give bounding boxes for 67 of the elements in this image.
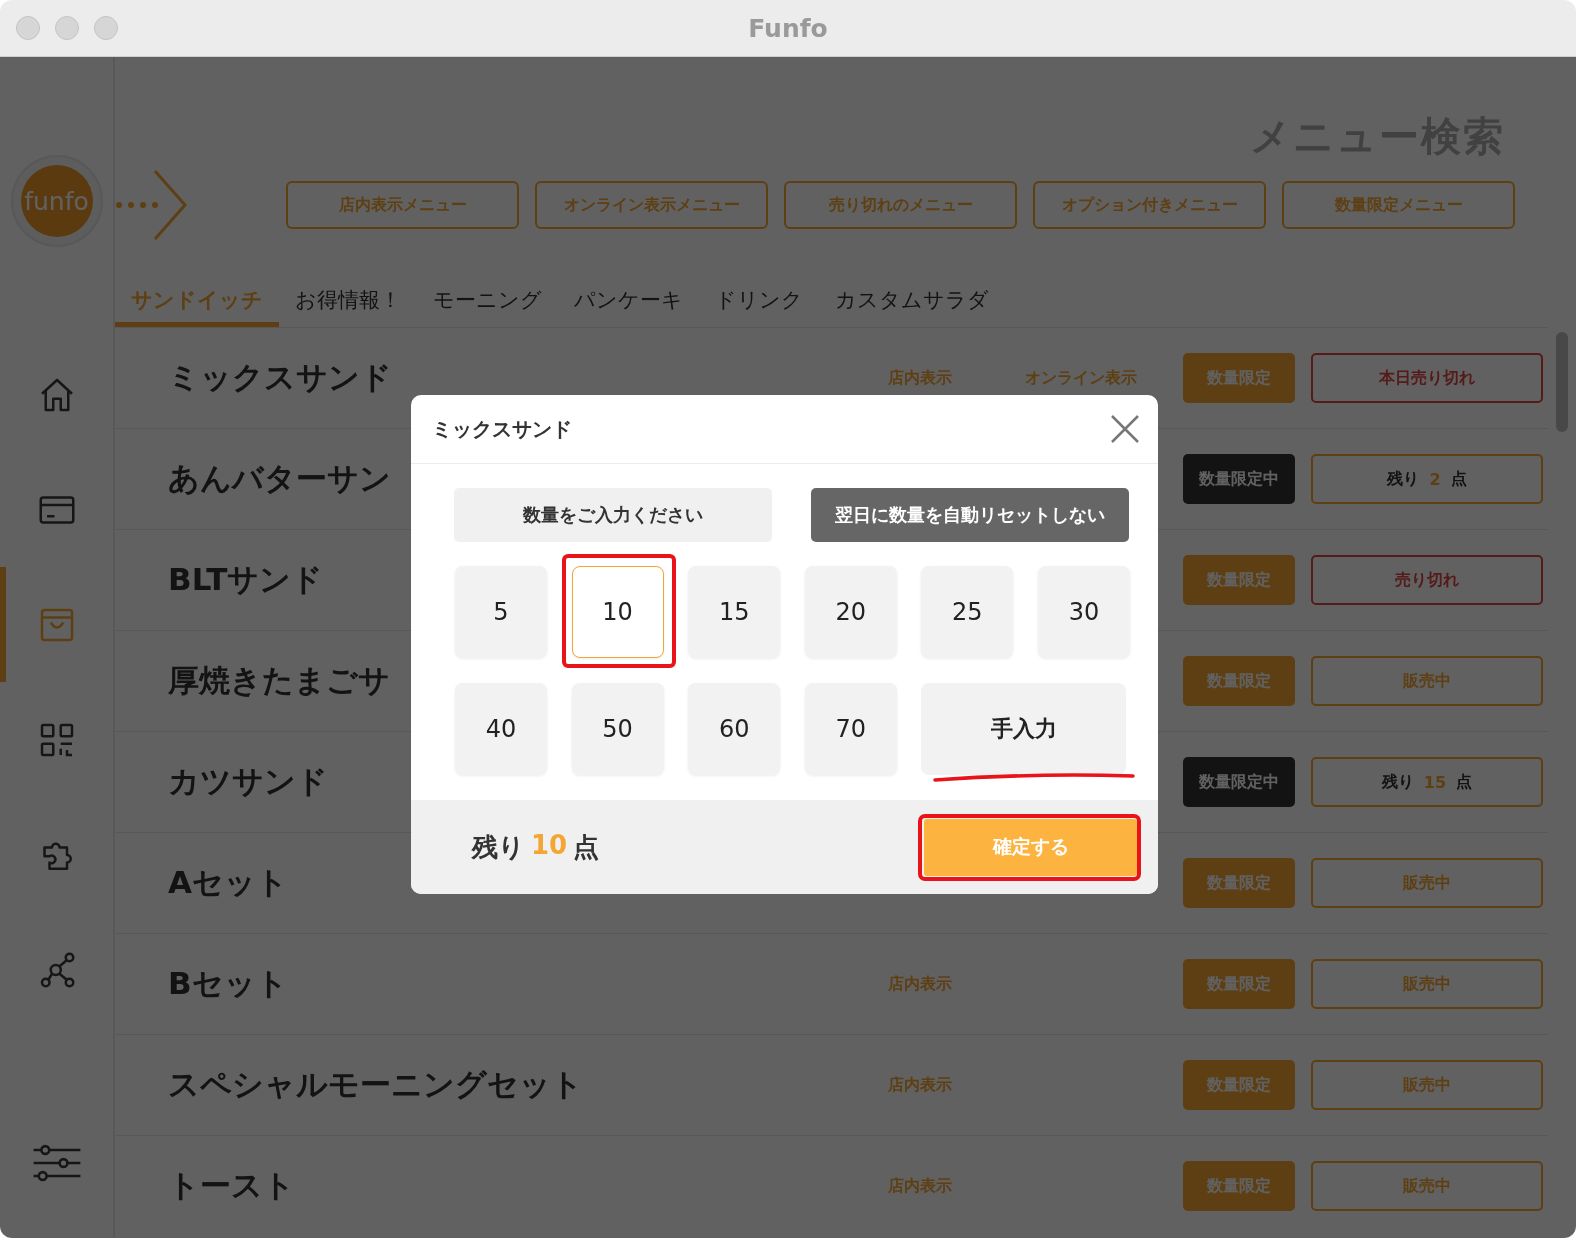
window-title: Funfo (748, 13, 828, 43)
display-label[interactable]: 店内表示 (888, 1074, 952, 1094)
menu-item-name: スペシャルモーニングセット (168, 1065, 584, 1104)
status-button[interactable]: 販売中 (1311, 1060, 1543, 1110)
menu-item-name: BLTサンド (168, 560, 325, 599)
menu-item-name: 厚焼きたまごサ (168, 661, 391, 700)
limit-badge[interactable]: 数量限定 (1183, 1060, 1295, 1110)
quantity-option[interactable]: 5 (455, 566, 547, 658)
filter-button[interactable]: 店内表示メニュー (286, 181, 519, 229)
display-label[interactable]: 店内表示 (888, 367, 952, 387)
menu-item-name: Bセット (168, 964, 289, 1003)
quantity-option[interactable]: 25 (921, 566, 1014, 658)
display-label[interactable]: 店内表示 (888, 973, 952, 993)
limit-badge[interactable]: 数量限定中 (1183, 757, 1295, 807)
category-tab[interactable]: パンケーキ (558, 277, 699, 327)
limit-badge[interactable]: 数量限定 (1183, 555, 1295, 605)
category-tab[interactable]: モーニング (417, 277, 558, 327)
dotted-arrow-icon (115, 167, 189, 243)
confirm-button[interactable]: 確定する (924, 818, 1137, 876)
limit-badge[interactable]: 数量限定中 (1183, 454, 1295, 504)
status-button[interactable]: 販売中 (1311, 1161, 1543, 1211)
quantity-option[interactable]: 20 (804, 566, 897, 658)
category-tab[interactable]: サンドイッチ (115, 277, 279, 327)
quantity-option[interactable]: 30 (1037, 566, 1130, 658)
zoom-window-button[interactable] (94, 16, 118, 40)
status-button[interactable]: 販売中 (1311, 959, 1543, 1009)
display-label[interactable]: オンライン表示 (1025, 367, 1137, 387)
close-icon[interactable] (1110, 414, 1140, 444)
filter-button[interactable]: オプション付きメニュー (1033, 181, 1266, 229)
category-tab[interactable]: ドリンク (699, 277, 819, 327)
menu-item-name: ミックスサンド (168, 358, 393, 397)
status-button[interactable]: 売り切れ (1311, 555, 1543, 605)
limit-badge[interactable]: 数量限定 (1183, 353, 1295, 403)
status-button[interactable]: 販売中 (1311, 656, 1543, 706)
category-tab[interactable]: お得情報！ (279, 277, 417, 327)
remaining-count: 残り 10 点 (472, 829, 600, 864)
quantity-option[interactable]: 15 (688, 566, 781, 658)
display-label[interactable]: 店内表示 (888, 1175, 952, 1195)
category-tab[interactable]: カスタムサラダ (819, 277, 1005, 327)
limit-badge[interactable]: 数量限定 (1183, 959, 1295, 1009)
limit-badge[interactable]: 数量限定 (1183, 1161, 1295, 1211)
auto-reset-button[interactable]: 翌日に数量を自動リセットしない (811, 488, 1129, 542)
scrollbar[interactable] (1556, 332, 1568, 432)
status-button[interactable]: 本日売り切れ (1311, 353, 1543, 403)
limit-badge[interactable]: 数量限定 (1183, 656, 1295, 706)
menu-item-name: カツサンド (168, 762, 329, 801)
filter-button[interactable]: 数量限定メニュー (1282, 181, 1515, 229)
quantity-option[interactable]: 40 (455, 683, 547, 775)
quantity-option[interactable]: 50 (571, 683, 664, 775)
minimize-window-button[interactable] (55, 16, 79, 40)
quantity-option[interactable]: 10 (571, 566, 664, 658)
limit-badge[interactable]: 数量限定 (1183, 858, 1295, 908)
manual-input-button[interactable]: 手入力 (921, 683, 1127, 775)
status-button[interactable]: 残り 15 点 (1311, 757, 1543, 807)
quantity-option[interactable]: 60 (688, 683, 781, 775)
quantity-option[interactable]: 70 (804, 683, 897, 775)
status-button[interactable]: 残り 2 点 (1311, 454, 1543, 504)
filter-button[interactable]: オンライン表示メニュー (535, 181, 768, 229)
close-window-button[interactable] (16, 16, 40, 40)
logo-text: funfo (24, 186, 89, 216)
filter-button[interactable]: 売り切れのメニュー (784, 181, 1017, 229)
menu-item-name: あんバターサン (168, 459, 392, 498)
dialog-title: ミックスサンド (432, 415, 572, 443)
menu-item-name: Aセット (168, 863, 289, 902)
quantity-input-button[interactable]: 数量をご入力ください (454, 488, 772, 542)
status-button[interactable]: 販売中 (1311, 858, 1543, 908)
menu-item-name: トースト (168, 1166, 296, 1205)
